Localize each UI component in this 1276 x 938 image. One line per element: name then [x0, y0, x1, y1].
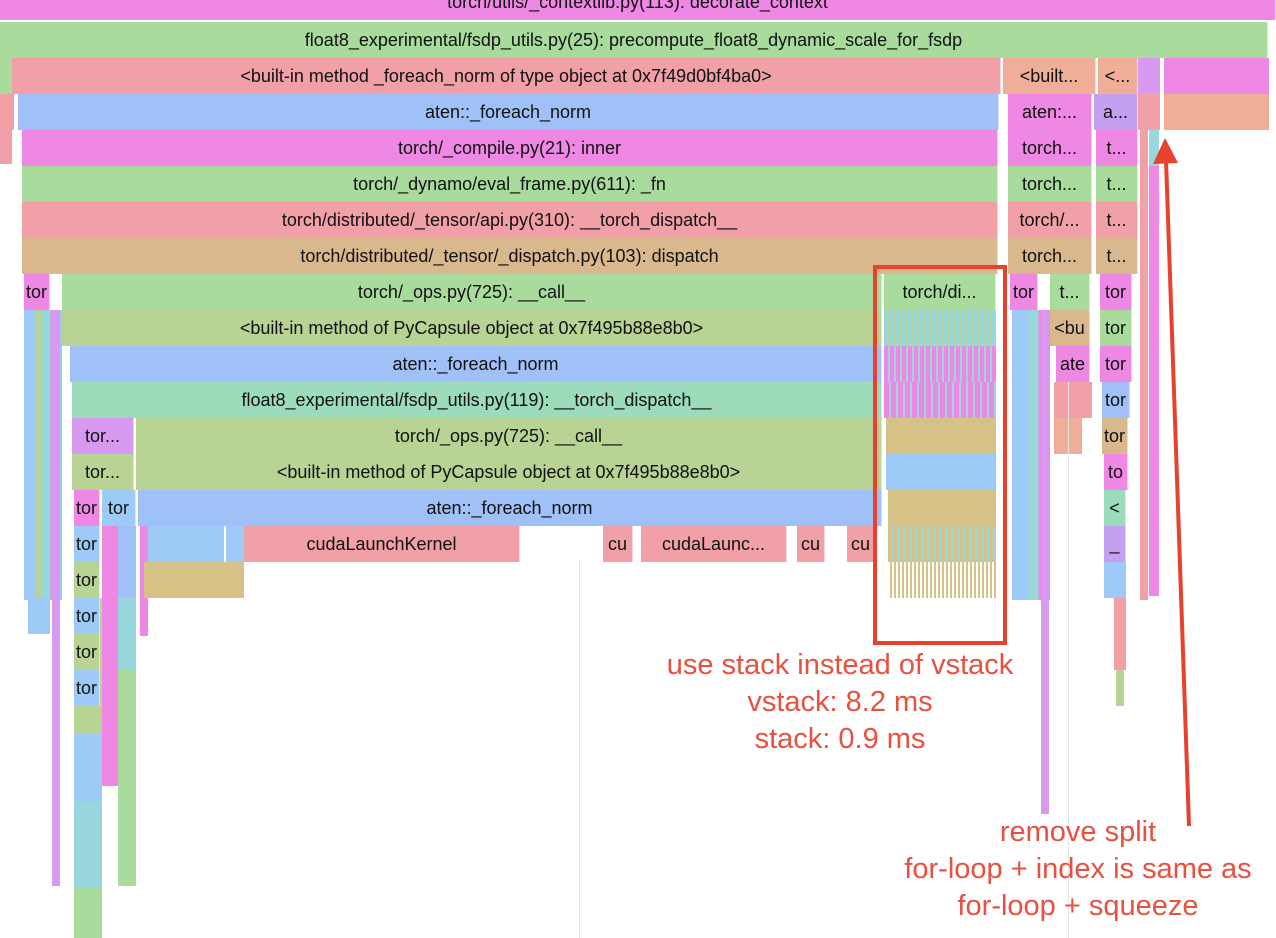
- frame-sliver: [0, 58, 12, 94]
- flame-frame[interactable]: tor: [74, 526, 100, 562]
- annotation-line: vstack: 8.2 ms: [747, 686, 933, 718]
- flame-frame[interactable]: t...: [1096, 238, 1138, 274]
- frame-sliver: [1041, 310, 1049, 814]
- frame-sliver: [1054, 382, 1092, 418]
- frame-sliver: [0, 94, 14, 130]
- frame-sliver: [1164, 94, 1269, 130]
- flame-frame[interactable]: cu: [603, 526, 633, 562]
- flame-frame[interactable]: tor: [1102, 418, 1128, 454]
- flame-frame[interactable]: tor: [74, 598, 100, 634]
- flame-frame[interactable]: <...: [1098, 58, 1138, 94]
- flame-frame[interactable]: tor: [74, 670, 100, 706]
- frame-sliver: [102, 526, 118, 786]
- flame-frame[interactable]: torch/distributed/_tensor/api.py(310): _…: [22, 202, 998, 238]
- flame-frame[interactable]: cu: [847, 526, 875, 562]
- annotation-box: [873, 265, 1007, 645]
- flame-frame[interactable]: t...: [1096, 202, 1138, 238]
- frame-sliver: [226, 526, 244, 562]
- annotation-line: use stack instead of vstack: [666, 649, 1014, 681]
- flame-frame[interactable]: aten:...: [1008, 94, 1092, 130]
- flame-frame[interactable]: cu: [797, 526, 825, 562]
- flame-frame[interactable]: <: [1104, 490, 1126, 526]
- annotation-line: for-loop + squeeze: [957, 890, 1199, 922]
- flame-frame[interactable]: torch/utils/_contextlib.py(113): decorat…: [0, 0, 1276, 20]
- frame-sliver: [1149, 130, 1159, 166]
- frame-sliver: [1116, 670, 1124, 706]
- frame-sliver: [1164, 58, 1269, 94]
- flame-frame[interactable]: torch/_ops.py(725): __call__: [136, 418, 882, 454]
- flame-frame[interactable]: <bu: [1050, 310, 1090, 346]
- annotation-note-stack: use stack instead of vstack vstack: 8.2 …: [640, 647, 1040, 758]
- flame-frame[interactable]: tor: [74, 490, 100, 526]
- flame-frame[interactable]: tor: [24, 274, 50, 310]
- flame-frame[interactable]: tor...: [72, 418, 134, 454]
- flame-frame[interactable]: torch/distributed/_tensor/_dispatch.py(1…: [22, 238, 998, 274]
- frame-sliver: [28, 598, 50, 634]
- annotation-line: remove split: [999, 816, 1157, 848]
- flame-frame[interactable]: tor: [1010, 274, 1038, 310]
- flame-frame[interactable]: a...: [1094, 94, 1138, 130]
- flame-frame[interactable]: <built...: [1003, 58, 1096, 94]
- grid-line: [579, 560, 580, 938]
- flame-frame[interactable]: torch...: [1008, 130, 1092, 166]
- flame-frame[interactable]: torch...: [1008, 238, 1092, 274]
- flame-frame[interactable]: cudaLaunc...: [641, 526, 787, 562]
- annotation-line: for-loop + index is same as: [904, 853, 1252, 885]
- flame-frame[interactable]: torch/...: [1008, 202, 1092, 238]
- flame-frame[interactable]: _: [1104, 526, 1126, 562]
- flame-frame[interactable]: t...: [1096, 166, 1138, 202]
- flame-frame[interactable]: <built-in method of PyCapsule object at …: [136, 454, 882, 490]
- frame-sliver: [1138, 58, 1160, 94]
- flame-frame[interactable]: tor: [1100, 274, 1132, 310]
- annotation-line: stack: 0.9 ms: [754, 723, 926, 755]
- flame-frame[interactable]: tor: [1102, 382, 1130, 418]
- frame-sliver: [144, 562, 244, 598]
- flame-frame[interactable]: torch/_compile.py(21): inner: [22, 130, 998, 166]
- frame-sliver: [1114, 634, 1126, 670]
- flame-frame[interactable]: tor: [74, 634, 100, 670]
- frame-sliver: [1114, 598, 1126, 634]
- flame-frame[interactable]: tor: [102, 490, 136, 526]
- frame-sliver: [1140, 130, 1148, 600]
- frame-sliver: [148, 526, 224, 562]
- frame-sliver: [52, 310, 60, 886]
- flame-frame[interactable]: <built-in method of PyCapsule object at …: [62, 310, 882, 346]
- flame-frame[interactable]: tor: [1100, 346, 1132, 382]
- flame-frame[interactable]: torch/_ops.py(725): __call__: [62, 274, 882, 310]
- flame-frame[interactable]: to: [1104, 454, 1128, 490]
- flame-frame[interactable]: tor: [1100, 310, 1132, 346]
- flame-frame[interactable]: float8_experimental/fsdp_utils.py(119): …: [72, 382, 882, 418]
- frame-sliver: [0, 130, 12, 164]
- flame-frame[interactable]: aten::_foreach_norm: [18, 94, 999, 130]
- annotation-note-split: remove split for-loop + index is same as…: [880, 814, 1276, 925]
- frame-sliver: [1149, 166, 1159, 596]
- flame-frame[interactable]: tor...: [72, 454, 134, 490]
- flame-frame[interactable]: <built-in method _foreach_norm of type o…: [12, 58, 1001, 94]
- flame-frame[interactable]: t...: [1050, 274, 1090, 310]
- flame-frame[interactable]: t...: [1096, 130, 1138, 166]
- flame-frame[interactable]: tor: [74, 562, 100, 598]
- frame-sliver: [1138, 94, 1160, 130]
- frame-sliver: [118, 526, 136, 886]
- flame-frame[interactable]: torch...: [1008, 166, 1092, 202]
- flame-frame[interactable]: float8_experimental/fsdp_utils.py(25): p…: [0, 22, 1268, 58]
- flame-frame[interactable]: aten::_foreach_norm: [138, 490, 882, 526]
- flame-frame[interactable]: torch/_dynamo/eval_frame.py(611): _fn: [22, 166, 998, 202]
- flame-frame[interactable]: aten::_foreach_norm: [70, 346, 882, 382]
- flame-frame[interactable]: ate: [1056, 346, 1090, 382]
- frame-sliver: [1104, 562, 1126, 598]
- flame-frame[interactable]: cudaLaunchKernel: [244, 526, 520, 562]
